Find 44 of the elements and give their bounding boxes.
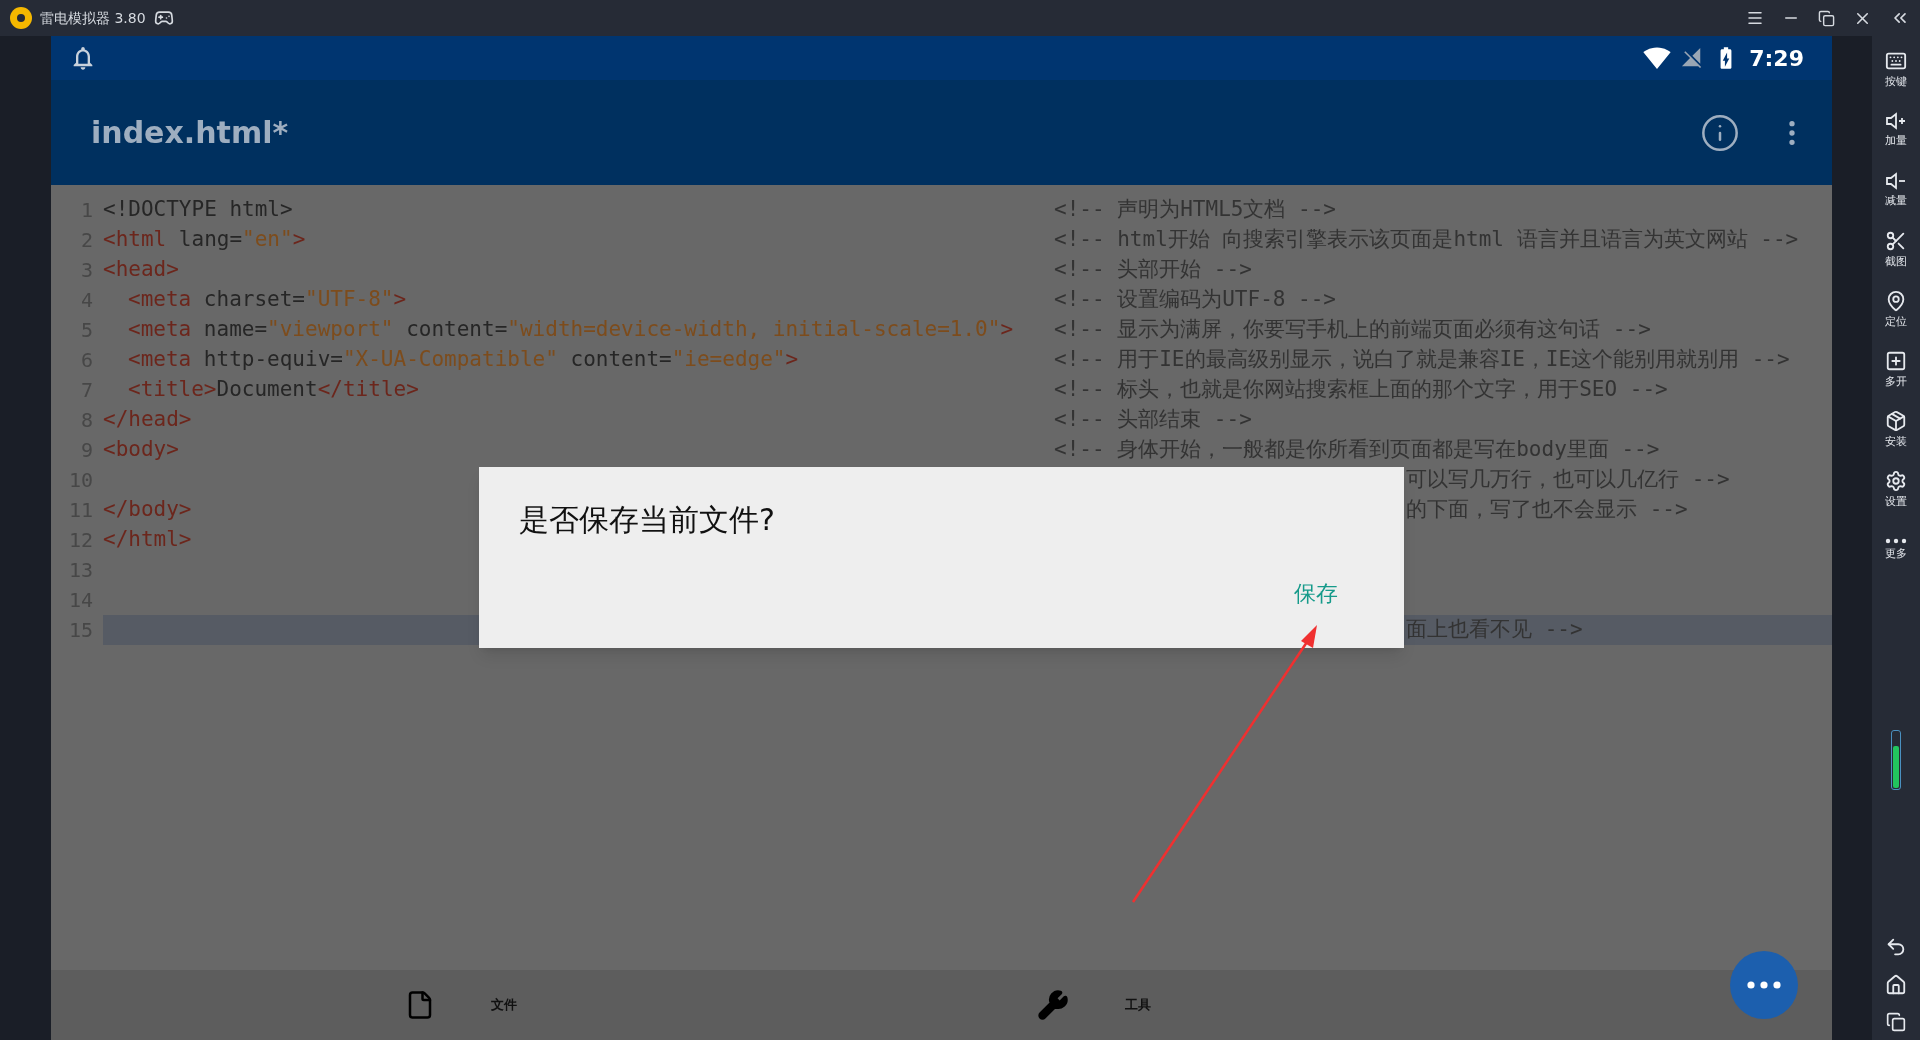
sidebar-button[interactable]: 截图 [1874, 220, 1918, 280]
code-line: <title>Document</title> [127, 376, 419, 404]
dialog-title: 是否保存当前文件? [519, 501, 775, 539]
code-line: <html lang="en"> [103, 226, 306, 254]
scissors-icon [1885, 229, 1907, 252]
status-time: 7:29 [1749, 44, 1804, 73]
map-pin-icon [1885, 289, 1907, 312]
code-line: <meta name="viewport" content="width=device-width, initial-scale=1.0"> [127, 316, 1014, 344]
settings-icon [1885, 469, 1907, 492]
code-line: <!DOCTYPE html> [103, 196, 293, 224]
more-icon [1747, 981, 1781, 989]
gamepad-icon[interactable] [153, 8, 174, 28]
code-line: </body> [103, 496, 192, 524]
app-logo-icon [10, 7, 32, 29]
package-icon [1885, 409, 1907, 432]
recent-apps-icon[interactable] [1886, 1012, 1906, 1032]
back-icon[interactable] [1885, 936, 1907, 958]
sidebar-button[interactable]: 减量 [1874, 160, 1918, 220]
no-signal-icon [1681, 47, 1704, 69]
sidebar-button[interactable]: 加量 [1874, 100, 1918, 160]
code-line: <meta http-equiv="X-UA-Compatible" content="ie=edge"> [127, 346, 799, 374]
code-line: <head> [103, 256, 179, 284]
code-line: <meta charset="UTF-8"> [127, 286, 407, 314]
more-icon [1885, 537, 1907, 544]
volume-down-icon [1885, 170, 1907, 191]
code-line: </head> [103, 406, 192, 434]
volume-up-icon [1885, 110, 1907, 131]
window-title: 雷电模拟器 3.80 [40, 8, 146, 28]
code-line: <body> [103, 436, 179, 464]
info-icon[interactable] [1700, 112, 1740, 153]
restore-icon[interactable] [1818, 9, 1835, 27]
sidebar-button[interactable]: 定位 [1874, 280, 1918, 340]
wrench-icon [1037, 989, 1069, 1021]
sidebar-button[interactable]: 按键 [1874, 40, 1918, 100]
code-line: </html> [103, 526, 192, 554]
sidebar-button[interactable]: 更多 [1874, 520, 1918, 580]
volume-meter-drawing [1891, 730, 1901, 790]
multi-window-icon [1885, 349, 1907, 372]
file-title: index.html* [91, 114, 289, 152]
home-icon[interactable] [1885, 974, 1907, 996]
menu-icon[interactable] [1746, 9, 1764, 27]
sidebar-button[interactable]: 设置 [1874, 460, 1918, 520]
sidebar-button[interactable]: 多开 [1874, 340, 1918, 400]
sidebar-button[interactable]: 安装 [1874, 400, 1918, 460]
